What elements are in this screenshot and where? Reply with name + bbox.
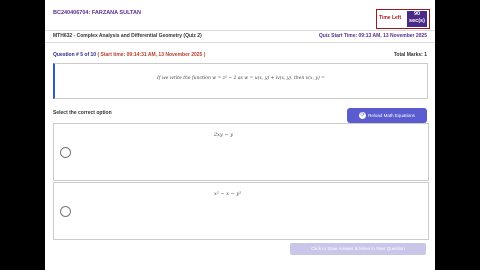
question-counter: Question # 5 of 10 [53, 52, 97, 58]
option-2-text: x² − x − y² [214, 191, 242, 197]
question-number: Question # 5 of 10 ( Start time: 09:14:3… [53, 52, 205, 58]
time-left-label: Time Left [379, 15, 402, 21]
reload-math-button[interactable]: ⟳ Reload Math Equations [347, 108, 427, 123]
page-header: BC240406704: FARZANA SULTAN Time Left 90… [45, 0, 435, 31]
reload-math-label: Reload Math Equations [368, 113, 415, 118]
time-left-box: Time Left 90 sec(s) [376, 9, 430, 29]
time-left-unit: sec(s) [409, 18, 425, 24]
course-title: MTH632 - Complex Analysis and Differenti… [53, 33, 202, 39]
option-1[interactable]: 2xy − y [53, 123, 429, 181]
save-next-button[interactable]: Click to Save Answer & Move to Next Ques… [290, 243, 426, 255]
select-option-label: Select the correct option [53, 110, 112, 116]
question-box: If we write the function w = z² − 2 as w… [53, 63, 428, 99]
time-left-number: 90 [413, 11, 421, 17]
option-2[interactable]: x² − x − y² [53, 182, 429, 240]
quiz-start-time: Quiz Start Time: 09:13 AM, 13 November 2… [318, 33, 427, 39]
option-1-radio[interactable] [60, 147, 71, 158]
student-name: BC240406704: FARZANA SULTAN [53, 10, 141, 16]
question-start-time: ( Start time: 09:14:31 AM, 13 November 2… [97, 52, 206, 58]
question-text: If we write the function w = z² − 2 as w… [157, 76, 325, 81]
total-marks: Total Marks: 1 [393, 52, 427, 58]
option-2-radio[interactable] [60, 206, 71, 217]
quiz-page: BC240406704: FARZANA SULTAN Time Left 90… [45, 0, 435, 270]
question-info-row: Question # 5 of 10 ( Start time: 09:14:3… [53, 52, 427, 60]
course-row: MTH632 - Complex Analysis and Differenti… [45, 30, 435, 43]
refresh-icon: ⟳ [359, 112, 367, 120]
option-1-text: 2xy − y [214, 132, 234, 138]
time-left-value: 90 sec(s) [407, 11, 427, 27]
